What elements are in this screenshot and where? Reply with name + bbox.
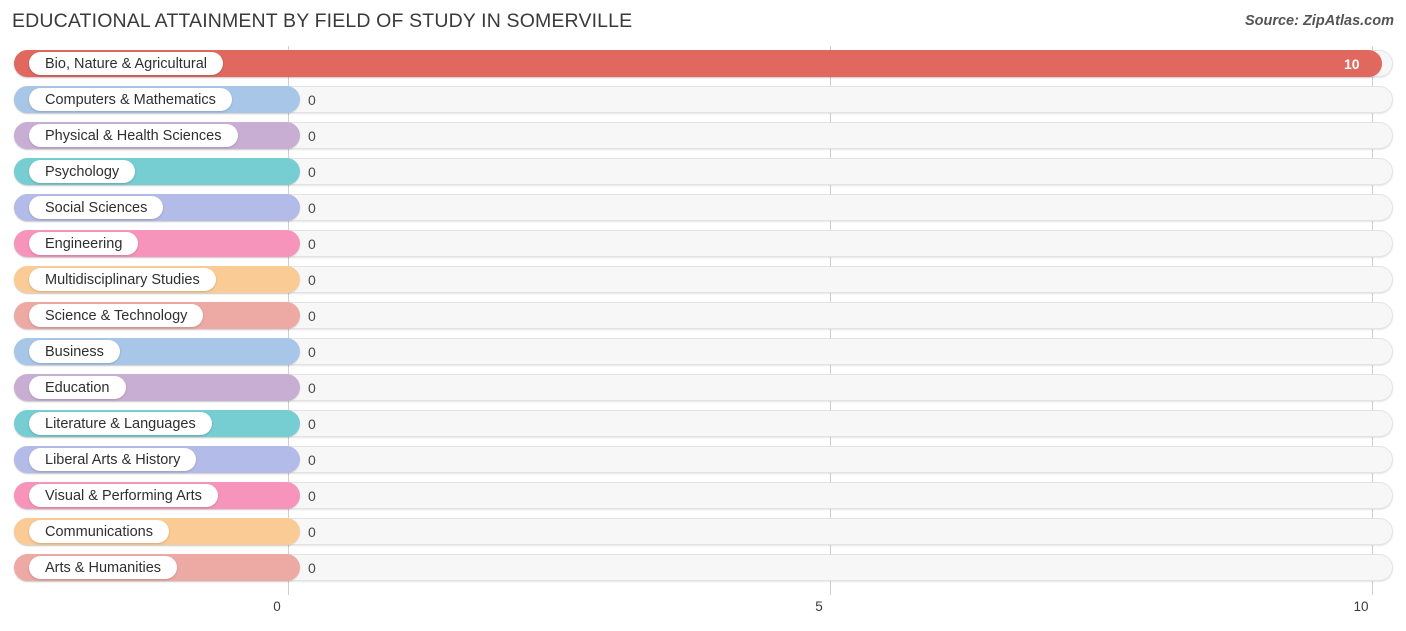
bar-row[interactable]: Arts & Humanities 0 — [14, 554, 1393, 581]
bar-value-label: 0 — [308, 91, 316, 108]
bar-value-label: 0 — [308, 271, 316, 288]
category-label: Multidisciplinary Studies — [45, 271, 200, 288]
bar-value-label: 0 — [308, 235, 316, 252]
bar-value-label: 0 — [308, 163, 316, 180]
bar-value-label: 0 — [308, 523, 316, 540]
category-label: Business — [45, 343, 104, 360]
chart-plot-area: Bio, Nature & Agricultural 10 Computers & … — [0, 46, 1406, 595]
category-label-pill: Liberal Arts & History — [29, 448, 197, 471]
category-label: Physical & Health Sciences — [45, 127, 222, 144]
bar-row[interactable]: Literature & Languages 0 — [14, 410, 1393, 437]
bar-row[interactable]: Engineering 0 — [14, 230, 1393, 257]
category-label-pill: Arts & Humanities — [29, 556, 178, 579]
category-label: Visual & Performing Arts — [45, 487, 202, 504]
bar-row[interactable]: Social Sciences 0 — [14, 194, 1393, 221]
category-label: Literature & Languages — [45, 415, 196, 432]
bar-value-label: 0 — [308, 451, 316, 468]
bar-row[interactable]: Physical & Health Sciences 0 — [14, 122, 1393, 149]
category-label: Communications — [45, 523, 153, 540]
bar-value-label: 0 — [308, 199, 316, 216]
bar-row[interactable]: Education 0 — [14, 374, 1393, 401]
x-tick-label: 0 — [273, 599, 281, 614]
category-label: Engineering — [45, 235, 123, 252]
bar-row[interactable]: Communications 0 — [14, 518, 1393, 545]
bar-value-label: 0 — [308, 307, 316, 324]
category-label: Psychology — [45, 163, 120, 180]
category-label-pill: Bio, Nature & Agricultural — [29, 52, 223, 75]
bar-value-label: 0 — [308, 343, 316, 360]
category-label-pill: Computers & Mathematics — [29, 88, 232, 111]
category-label: Liberal Arts & History — [45, 451, 181, 468]
bar-value-label: 0 — [308, 559, 316, 576]
x-tick-label: 10 — [1353, 599, 1369, 614]
category-label-pill: Physical & Health Sciences — [29, 124, 238, 147]
bar-value-label: 0 — [308, 487, 316, 504]
bar-row[interactable]: Business 0 — [14, 338, 1393, 365]
bar-row[interactable]: Science & Technology 0 — [14, 302, 1393, 329]
category-label-pill: Social Sciences — [29, 196, 164, 219]
category-label-pill: Multidisciplinary Studies — [29, 268, 216, 291]
chart-header: EDUCATIONAL ATTAINMENT BY FIELD OF STUDY… — [0, 0, 1406, 46]
category-label: Bio, Nature & Agricultural — [45, 55, 207, 72]
bar-row[interactable]: Visual & Performing Arts 0 — [14, 482, 1393, 509]
bar-row[interactable]: Liberal Arts & History 0 — [14, 446, 1393, 473]
bar-row[interactable]: Computers & Mathematics 0 — [14, 86, 1393, 113]
bar-value-label: 10 — [1344, 55, 1360, 72]
category-label-pill: Science & Technology — [29, 304, 204, 327]
category-label-pill: Communications — [29, 520, 169, 543]
category-label: Computers & Mathematics — [45, 91, 216, 108]
x-axis: 0 5 10 — [0, 595, 1406, 631]
category-label: Social Sciences — [45, 199, 148, 216]
category-label: Arts & Humanities — [45, 559, 162, 576]
bar-value-label: 0 — [308, 415, 316, 432]
category-label-pill: Literature & Languages — [29, 412, 212, 435]
category-label-pill: Psychology — [29, 160, 136, 183]
bar-row[interactable]: Multidisciplinary Studies 0 — [14, 266, 1393, 293]
bar-row[interactable]: Psychology 0 — [14, 158, 1393, 185]
source-attribution: Source: ZipAtlas.com — [1244, 13, 1394, 29]
category-label-pill: Visual & Performing Arts — [29, 484, 218, 507]
bar-value-label: 0 — [308, 379, 316, 396]
category-label-pill: Engineering — [29, 232, 139, 255]
category-label-pill: Education — [29, 376, 126, 399]
bar-rows: Bio, Nature & Agricultural 10 Computers & … — [0, 46, 1406, 595]
page-title: EDUCATIONAL ATTAINMENT BY FIELD OF STUDY… — [12, 10, 633, 32]
category-label-pill: Business — [29, 340, 120, 363]
bar-row[interactable]: Bio, Nature & Agricultural 10 — [14, 50, 1393, 77]
bar-value-label: 0 — [308, 127, 316, 144]
category-label: Science & Technology — [45, 307, 188, 324]
category-label: Education — [45, 379, 110, 396]
x-tick-label: 5 — [815, 599, 823, 614]
